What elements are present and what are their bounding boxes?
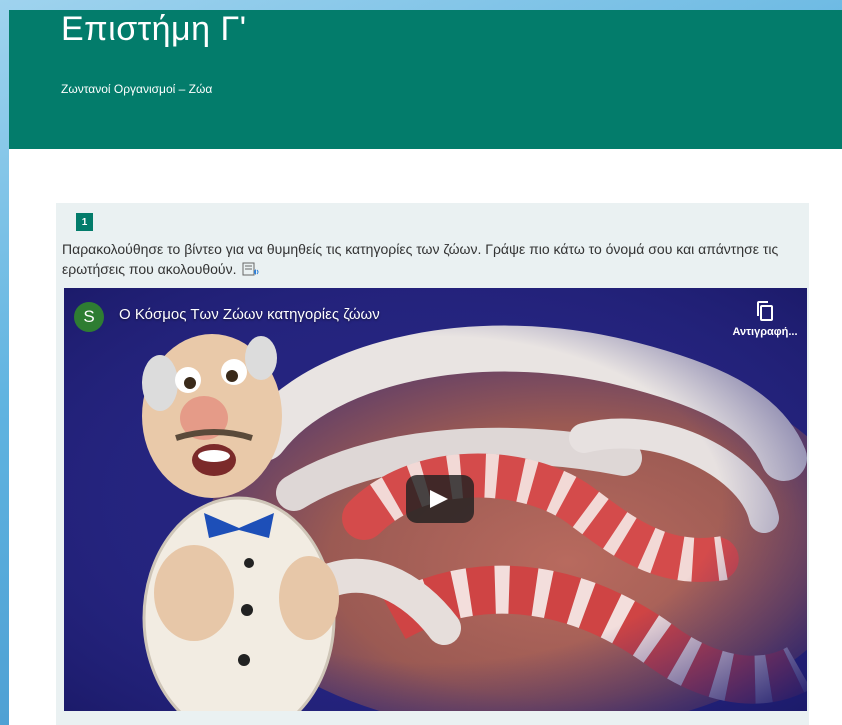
copy-link-label: Αντιγραφή... — [732, 326, 798, 338]
question-text-container: Παρακολούθησε το βίντεο για να θυμηθείς … — [62, 239, 792, 279]
form-title: Επιστήμη Γ' — [61, 10, 247, 48]
immersive-reader-icon[interactable] — [242, 261, 260, 276]
form-header: Επιστήμη Γ' Ζωντανοί Οργανισμοί – Ζώα — [9, 10, 842, 149]
question-text: Παρακολούθησε το βίντεο για να θυμηθείς … — [62, 241, 779, 277]
copy-icon — [757, 301, 773, 321]
form-page: Επιστήμη Γ' Ζωντανοί Οργανισμοί – Ζώα 1 … — [9, 10, 842, 725]
question-card: 1 Παρακολούθησε το βίντεο για να θυμηθεί… — [56, 203, 809, 725]
form-subtitle: Ζωντανοί Οργανισμοί – Ζώα — [61, 82, 213, 96]
play-icon — [430, 490, 448, 508]
video-player[interactable]: S Ο Κόσμος Των Ζώων κατηγορίες ζώων Αντι… — [64, 288, 807, 711]
copy-link-button[interactable]: Αντιγραφή... — [724, 300, 806, 342]
video-title[interactable]: Ο Κόσμος Των Ζώων κατηγορίες ζώων — [119, 306, 380, 323]
play-button[interactable] — [406, 475, 474, 523]
channel-avatar[interactable]: S — [74, 302, 104, 332]
question-number-badge: 1 — [76, 213, 93, 231]
